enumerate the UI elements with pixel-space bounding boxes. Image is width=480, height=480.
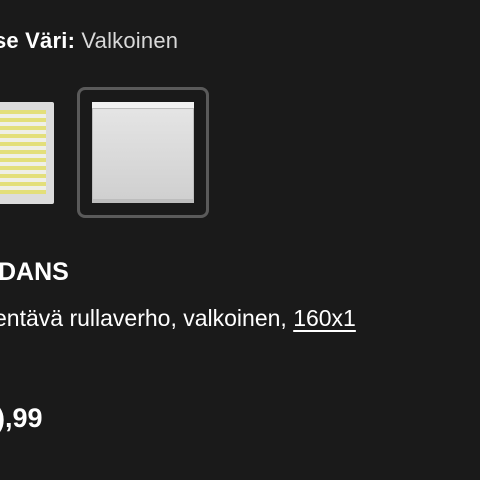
color-label: se Väri: Valkoinen <box>0 28 178 54</box>
color-label-title: se Väri: <box>0 28 76 53</box>
swatch-white-image <box>92 102 194 203</box>
swatch-yellow-striped[interactable] <box>0 102 54 204</box>
swatch-white-selected[interactable] <box>77 87 209 218</box>
product-description-text: entävä rullaverho, valkoinen, <box>0 305 294 331</box>
product-name: DANS <box>0 258 69 286</box>
size-link[interactable]: 160x1 <box>293 305 356 331</box>
swatch-yellow-striped-image <box>0 110 46 194</box>
product-price: ),99 <box>0 403 43 433</box>
roller-top <box>92 102 194 109</box>
roller-bottom-bar <box>92 199 194 203</box>
color-label-value: Valkoinen <box>81 28 179 53</box>
product-description: entävä rullaverho, valkoinen, 160x1 <box>0 305 356 332</box>
